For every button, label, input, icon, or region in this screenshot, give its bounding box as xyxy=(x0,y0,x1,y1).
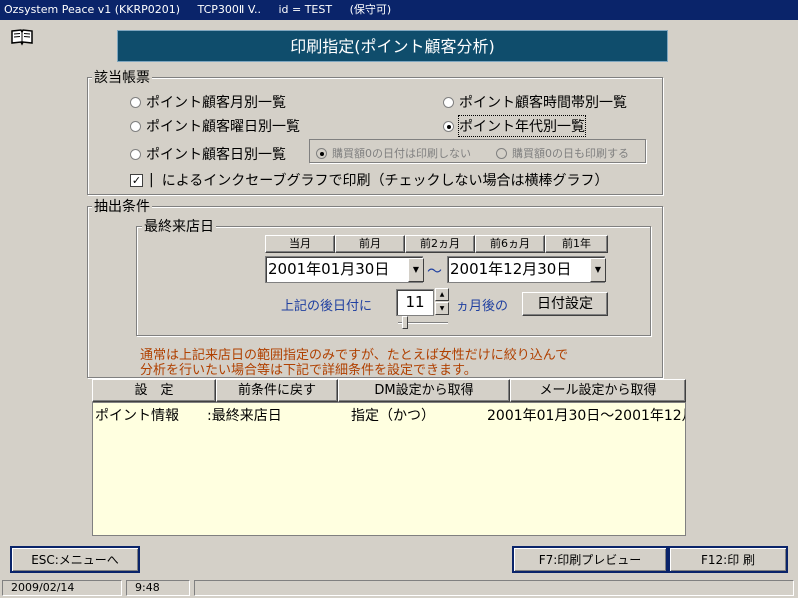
title-mode: (保守可) xyxy=(349,3,392,16)
date-range-separator: ～ xyxy=(427,262,443,280)
checkbox-label: によるインクセーブグラフで印刷（チェックしない場合は横棒グラフ） xyxy=(161,173,609,189)
extract-group-title: 抽出条件 xyxy=(92,196,152,216)
radio-hourly[interactable]: ポイント顧客時間帯別一覧 xyxy=(443,92,627,112)
grid-header-settings[interactable]: 設 定 xyxy=(92,379,216,402)
tab-2-months[interactable]: 前2ヵ月 xyxy=(405,235,475,253)
radio-dot xyxy=(130,120,141,132)
radio-dot xyxy=(130,96,141,108)
radio-weekday[interactable]: ポイント顧客曜日別一覧 xyxy=(130,116,300,136)
from-date-input[interactable]: 2001年01月30日 xyxy=(265,256,423,283)
radio-dot-selected xyxy=(443,120,454,132)
from-date-dropdown[interactable]: ▼ xyxy=(408,258,424,282)
radio-monthly[interactable]: ポイント顧客月別一覧 xyxy=(130,92,286,112)
checkbox-box: ✓ xyxy=(130,173,143,187)
cell-value: 2001年01月30日～2001年12月 xyxy=(487,408,686,424)
radio-age-group[interactable]: ポイント年代別一覧 xyxy=(443,115,586,137)
title-terminal: TCP300Ⅱ V.. xyxy=(197,3,261,16)
note-line-2: 分析を行いたい場合等は下記で詳細条件を設定できます。 xyxy=(140,363,477,378)
after-date-label: 上記の後日付に xyxy=(281,299,373,314)
radio-dot xyxy=(130,148,141,160)
to-date-input[interactable]: 2001年12月30日 xyxy=(447,256,605,283)
set-date-button[interactable]: 日付設定 xyxy=(522,292,608,316)
inksave-graph-checkbox[interactable]: ✓ | によるインクセーブグラフで印刷（チェックしない場合は横棒グラフ） xyxy=(130,170,608,190)
last-visit-group-title: 最終来店日 xyxy=(142,216,216,236)
status-time: 9:48 xyxy=(126,580,190,596)
cell-category: ポイント情報 xyxy=(95,408,179,424)
months-slider-thumb[interactable] xyxy=(402,316,408,329)
to-date-dropdown[interactable]: ▼ xyxy=(590,258,606,282)
radio-skip-zero[interactable]: 購買額0の日付は印刷しない xyxy=(316,145,471,161)
radio-label: ポイント顧客曜日別一覧 xyxy=(146,119,300,135)
window-titlebar: Ozsystem Peace v1 (KKRP0201) TCP300Ⅱ V..… xyxy=(0,0,798,20)
page-title: 印刷指定(ポイント顧客分析) xyxy=(117,30,668,62)
status-blank xyxy=(194,580,794,596)
radio-label: ポイント年代別一覧 xyxy=(458,115,586,137)
tab-last-month[interactable]: 前月 xyxy=(335,235,405,253)
tab-1-year[interactable]: 前1年 xyxy=(545,235,608,253)
cell-field: :最終来店日 xyxy=(207,408,282,424)
f7-preview-button[interactable]: F7:印刷プレビュー xyxy=(512,546,668,573)
checkbox-separator: | xyxy=(149,172,154,188)
months-up-button[interactable]: ▲ xyxy=(435,288,449,301)
radio-dot xyxy=(443,96,454,108)
radio-dot-selected xyxy=(316,147,327,159)
grid-header-revert[interactable]: 前条件に戻す xyxy=(216,379,338,402)
radio-dot xyxy=(496,147,507,159)
radio-label: 購買額0の日も印刷する xyxy=(512,147,629,160)
report-group-title: 該当帳票 xyxy=(92,67,152,87)
tab-this-month[interactable]: 当月 xyxy=(265,235,335,253)
table-row[interactable]: ポイント情報 :最終来店日 指定（かつ） 2001年01月30日～2001年12… xyxy=(93,405,686,424)
radio-print-zero[interactable]: 購買額0の日も印刷する xyxy=(496,145,629,161)
title-user: id = TEST xyxy=(278,3,333,16)
status-bar: 2009/02/14 9:48 xyxy=(0,578,798,598)
radio-label: ポイント顧客日別一覧 xyxy=(146,147,286,163)
book-icon[interactable] xyxy=(10,28,34,46)
f12-print-button[interactable]: F12:印 刷 xyxy=(668,546,788,573)
months-down-button[interactable]: ▼ xyxy=(435,302,449,315)
months-input[interactable]: 11 xyxy=(396,289,434,316)
months-suffix-label: ヵ月後の xyxy=(456,299,509,314)
esc-menu-button[interactable]: ESC:メニューへ xyxy=(10,546,140,573)
grid-header-from-mail[interactable]: メール設定から取得 xyxy=(510,379,686,402)
radio-daily[interactable]: ポイント顧客日別一覧 xyxy=(130,144,286,164)
grid-header-from-dm[interactable]: DM設定から取得 xyxy=(338,379,510,402)
condition-grid[interactable]: ポイント情報 :最終来店日 指定（かつ） 2001年01月30日～2001年12… xyxy=(92,402,686,536)
radio-label: ポイント顧客月別一覧 xyxy=(146,95,286,111)
cell-condition: 指定（かつ） xyxy=(351,408,435,424)
radio-label: ポイント顧客時間帯別一覧 xyxy=(459,95,627,111)
status-date: 2009/02/14 xyxy=(2,580,122,596)
tab-6-months[interactable]: 前6ヵ月 xyxy=(475,235,545,253)
radio-label: 購買額0の日付は印刷しない xyxy=(332,147,471,160)
title-app: Ozsystem Peace v1 (KKRP0201) xyxy=(4,3,181,16)
